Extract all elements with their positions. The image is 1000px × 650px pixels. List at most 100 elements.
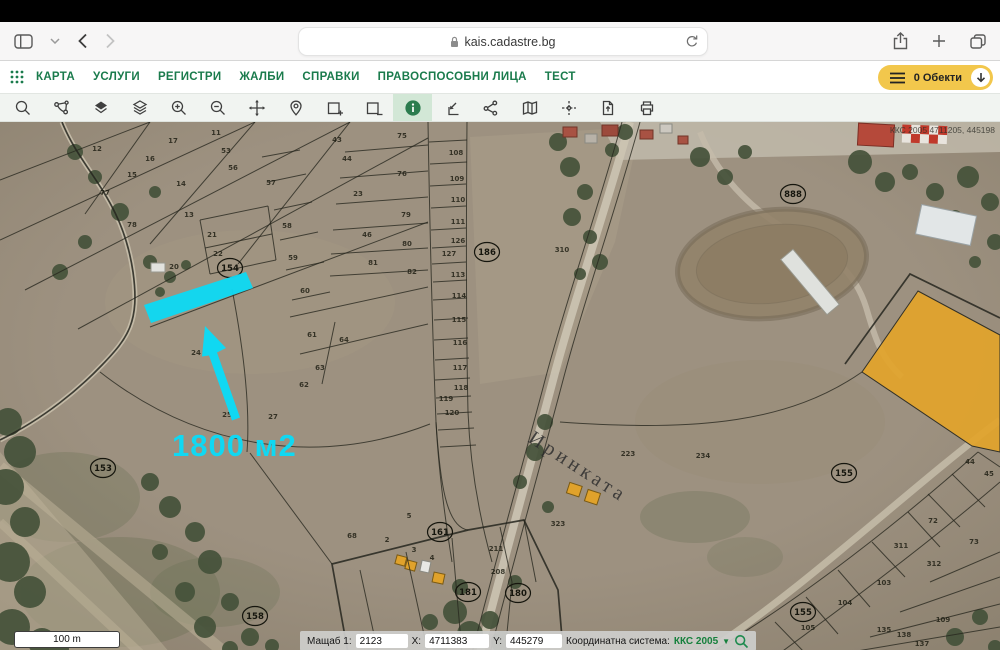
new-tab-icon[interactable] <box>932 34 946 48</box>
parcel-number-label: 80 <box>402 240 412 248</box>
url-text: kais.cadastre.bg <box>464 34 556 49</box>
parcel-number-label: 109 <box>450 175 465 183</box>
parcel-number-label: 5 <box>407 512 412 520</box>
crs-dropdown-icon[interactable]: ▼ <box>722 637 730 646</box>
y-coordinate-input[interactable] <box>506 634 562 648</box>
parcel-number-label: 127 <box>442 250 457 258</box>
select-rectangle-add-tool[interactable] <box>315 94 354 121</box>
share-nodes-tool[interactable] <box>471 94 510 121</box>
parcel-number-label: 45 <box>984 470 994 478</box>
collapse-panel-button[interactable] <box>971 68 990 87</box>
location-pin-tool[interactable] <box>276 94 315 121</box>
nav-item-registri[interactable]: РЕГИСТРИ <box>158 71 222 83</box>
print-tool[interactable] <box>627 94 666 121</box>
map-image[interactable]: 154186888153 155155158181161180 121716151… <box>0 122 1000 650</box>
map-canvas[interactable]: 154 186 888 153 155 155 158 181 161 180 12 17 16 15 1… <box>0 122 1000 650</box>
forward-icon[interactable] <box>105 33 116 49</box>
parcel-number-label: 126 <box>451 237 466 245</box>
parcel-number-label: 135 <box>877 626 892 634</box>
nav-item-pravosposobni-litsa[interactable]: ПРАВОСПОСОБНИ ЛИЦА <box>378 71 527 83</box>
svg-text:180: 180 <box>509 589 527 599</box>
svg-text:155: 155 <box>794 608 812 618</box>
parcel-number-label: 15 <box>127 171 137 179</box>
share-icon[interactable] <box>893 32 908 50</box>
parcel-number-label: 103 <box>877 579 892 587</box>
svg-text:186: 186 <box>478 248 496 258</box>
lock-icon <box>451 36 459 47</box>
parcel-number-label: 53 <box>221 147 231 155</box>
parcel-number-label: 73 <box>969 538 979 546</box>
route-tool[interactable] <box>42 94 81 121</box>
reload-icon[interactable] <box>685 34 698 51</box>
parcel-number-label: 223 <box>621 450 636 458</box>
parcel-number-label: 21 <box>207 231 217 239</box>
map-book-tool[interactable] <box>510 94 549 121</box>
parcel-number-label: 68 <box>347 532 357 540</box>
parcel-number-label: 43 <box>332 136 342 144</box>
objects-button[interactable]: 0 Обекти <box>877 65 993 90</box>
scale-bar: 100 m <box>14 631 120 648</box>
x-label: X: <box>411 635 422 647</box>
svg-text:181: 181 <box>459 588 477 598</box>
parcel-number-label: 75 <box>397 132 407 140</box>
parcel-number-label: 46 <box>362 231 372 239</box>
scale-input[interactable] <box>355 634 408 648</box>
x-coordinate-input[interactable] <box>425 634 490 648</box>
apps-grid-icon[interactable] <box>10 70 24 84</box>
parcel-number-label: 111 <box>451 218 466 226</box>
coordinate-search-icon[interactable] <box>734 634 749 649</box>
parcel-number-label: 116 <box>453 339 468 347</box>
layers-tool[interactable] <box>120 94 159 121</box>
parcel-number-label: 58 <box>282 222 292 230</box>
tabs-icon[interactable] <box>970 33 986 49</box>
parcel-number-label: 323 <box>551 520 566 528</box>
parcel-number-label: 113 <box>451 271 466 279</box>
nav-menu: КАРТА УСЛУГИ РЕГИСТРИ ЖАЛБИ СПРАВКИ ПРАВОСПОС… <box>36 71 594 83</box>
parcel-number-label: 120 <box>445 409 460 417</box>
parcel-number-label: 76 <box>397 170 407 178</box>
previous-extent-tool[interactable] <box>432 94 471 121</box>
parcel-number-label: 211 <box>489 545 504 553</box>
search-tool[interactable] <box>3 94 42 121</box>
parcel-number-label: 17 <box>168 137 178 145</box>
parcel-number-label: 44 <box>965 458 975 466</box>
parcel-number-label: 27 <box>268 413 278 421</box>
pan-tool[interactable] <box>237 94 276 121</box>
nav-item-test[interactable]: ТЕСТ <box>545 71 576 83</box>
parcel-number-label: 82 <box>407 268 417 276</box>
export-document-tool[interactable] <box>588 94 627 121</box>
system-menubar <box>0 0 1000 22</box>
crs-value[interactable]: ККС 2005 <box>674 636 718 647</box>
select-rectangle-subtract-tool[interactable] <box>354 94 393 121</box>
zoom-in-tool[interactable] <box>159 94 198 121</box>
app-navbar: КАРТА УСЛУГИ РЕГИСТРИ ЖАЛБИ СПРАВКИ ПРАВОСПОС… <box>0 61 1000 94</box>
nav-item-uslugi[interactable]: УСЛУГИ <box>93 71 140 83</box>
parcel-number-label: 20 <box>169 263 179 271</box>
zoom-out-tool[interactable] <box>198 94 237 121</box>
chevron-down-icon[interactable] <box>50 38 60 44</box>
nav-item-zhalbi[interactable]: ЖАЛБИ <box>239 71 284 83</box>
url-bar[interactable]: kais.cadastre.bg <box>298 27 708 56</box>
parcel-number-label: 13 <box>184 211 194 219</box>
parcel-number-label: 79 <box>401 211 411 219</box>
move-to-coordinates-tool[interactable] <box>549 94 588 121</box>
sidebar-icon[interactable] <box>14 33 33 49</box>
parcel-number-label: 78 <box>127 221 137 229</box>
parcel-number-label: 24 <box>191 349 201 357</box>
nav-item-spravki[interactable]: СПРАВКИ <box>302 71 359 83</box>
parcel-number-label: 117 <box>453 364 468 372</box>
svg-text:161: 161 <box>431 528 449 538</box>
info-tool[interactable] <box>393 94 432 121</box>
parcel-number-label: 16 <box>145 155 155 163</box>
basemap-tool[interactable] <box>81 94 120 121</box>
parcel-number-label: 63 <box>315 364 325 372</box>
parcel-number-label: 12 <box>92 145 102 153</box>
parcel-number-label: 208 <box>491 568 506 576</box>
parcel-number-label: 119 <box>439 395 454 403</box>
parcel-number-label: 118 <box>454 384 469 392</box>
nav-item-karta[interactable]: КАРТА <box>36 71 75 83</box>
svg-text:888: 888 <box>784 190 802 200</box>
parcel-number-label: 44 <box>342 155 352 163</box>
parcel-number-label: 64 <box>339 336 349 344</box>
back-icon[interactable] <box>77 33 88 49</box>
